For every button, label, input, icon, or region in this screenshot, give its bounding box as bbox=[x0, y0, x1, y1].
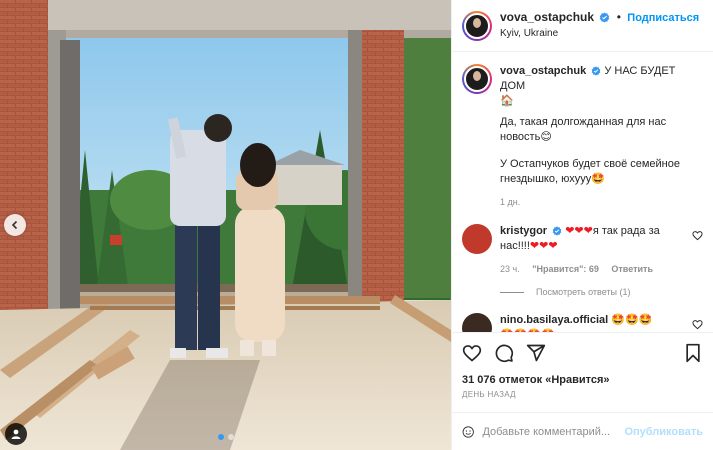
author-info: vova_ostapchuk • Подписаться Kyiv, Ukrai… bbox=[500, 10, 699, 41]
post-date[interactable]: ДЕНЬ НАЗАД bbox=[452, 388, 713, 412]
comment-body: kristygor ❤❤❤я так рада за нас!!!!❤❤❤ 23… bbox=[500, 224, 686, 277]
verified-badge-icon bbox=[591, 66, 601, 76]
comment-like-heart-icon[interactable] bbox=[692, 230, 703, 241]
publish-button[interactable]: Опубликовать bbox=[624, 426, 703, 438]
verified-badge-icon bbox=[552, 226, 562, 236]
share-button[interactable] bbox=[526, 343, 546, 363]
commenter-avatar[interactable] bbox=[462, 313, 492, 332]
follow-button[interactable]: Подписаться bbox=[627, 12, 699, 24]
comment-likes[interactable]: "Нравится": 69 bbox=[532, 264, 599, 274]
comment-time[interactable]: 23 ч. bbox=[500, 264, 520, 274]
comment-username[interactable]: kristygor bbox=[500, 225, 547, 237]
author-username[interactable]: vova_ostapchuk bbox=[500, 10, 594, 24]
comment-button[interactable] bbox=[494, 343, 514, 363]
comment-reply-button[interactable]: Ответить bbox=[611, 264, 653, 274]
likes-word: отметок bbox=[498, 374, 543, 386]
comment-hearts-after: ❤❤❤ bbox=[529, 240, 558, 252]
comment-icon bbox=[495, 344, 514, 362]
likes-count: 31 076 отметок «Нравится» bbox=[452, 372, 713, 388]
caption-username[interactable]: vova_ostapchuk bbox=[500, 65, 586, 77]
heart-icon bbox=[462, 344, 482, 362]
comment: kristygor ❤❤❤я так рада за нас!!!!❤❤❤ 23… bbox=[462, 224, 703, 277]
share-icon bbox=[526, 344, 546, 361]
commenter-avatar[interactable] bbox=[462, 224, 492, 254]
save-button[interactable] bbox=[683, 343, 703, 363]
post-side-panel: vova_ostapchuk • Подписаться Kyiv, Ukrai… bbox=[451, 0, 713, 450]
caption-time[interactable]: 1 дн. bbox=[500, 197, 520, 207]
comment-like-heart-icon[interactable] bbox=[692, 319, 703, 330]
verified-badge-icon bbox=[600, 12, 610, 23]
view-replies-button[interactable]: Посмотреть ответы (1) bbox=[500, 287, 703, 297]
instagram-post: vova_ostapchuk • Подписаться Kyiv, Ukrai… bbox=[0, 0, 713, 450]
comment-input[interactable] bbox=[482, 425, 625, 438]
carousel-dot-active bbox=[217, 434, 224, 440]
comment: nino.basilaya.official 🤩🤩🤩 🤩🤩🤩🤩 bbox=[462, 313, 703, 332]
view-replies-label: Посмотреть ответы (1) bbox=[536, 287, 631, 297]
carousel-dot bbox=[227, 434, 234, 440]
comment-meta: 23 ч. "Нравится": 69 Ответить bbox=[500, 262, 686, 277]
photo-scene bbox=[0, 0, 451, 450]
caption-paragraph-2-text: У Остапчуков будет своё семейное гнездыш… bbox=[500, 158, 680, 185]
carousel-indicator bbox=[0, 434, 451, 440]
caption-paragraph-2-emoji: 🤩 bbox=[591, 173, 605, 185]
comment-username[interactable]: nino.basilaya.official bbox=[500, 314, 608, 326]
bookmark-icon bbox=[686, 343, 700, 362]
smiley-icon[interactable] bbox=[462, 422, 474, 442]
action-bar bbox=[452, 332, 713, 372]
replies-line bbox=[500, 291, 524, 293]
like-button[interactable] bbox=[462, 343, 482, 363]
author-avatar[interactable] bbox=[462, 10, 492, 41]
caption-title-emoji: 🏠 bbox=[500, 95, 514, 107]
comment-text: 🤩🤩🤩 bbox=[611, 314, 653, 326]
likes-number: 31 076 bbox=[462, 374, 496, 386]
add-comment-bar: Опубликовать bbox=[452, 412, 713, 450]
header-separator: • bbox=[616, 10, 621, 24]
caption-paragraph-2: У Остапчуков будет своё семейное гнездыш… bbox=[500, 157, 703, 187]
caption-avatar[interactable] bbox=[462, 64, 492, 94]
comments-list[interactable]: vova_ostapchuk У НАС БУДЕТ ДОМ 🏠 Да, так… bbox=[452, 52, 713, 332]
chevron-left-icon bbox=[11, 220, 18, 230]
post-photo[interactable] bbox=[0, 0, 451, 450]
caption-paragraph-1-text: Да, такая долгожданная для нас новость bbox=[500, 116, 667, 143]
comment-body: nino.basilaya.official 🤩🤩🤩 🤩🤩🤩🤩 bbox=[500, 313, 686, 332]
caption: vova_ostapchuk У НАС БУДЕТ ДОМ 🏠 Да, так… bbox=[462, 64, 703, 210]
caption-meta: 1 дн. bbox=[500, 195, 703, 210]
likes-link[interactable]: «Нравится» bbox=[545, 374, 609, 386]
caption-paragraph-1: Да, такая долгожданная для нас новость😊 bbox=[500, 115, 703, 145]
caption-paragraph-1-emoji: 😊 bbox=[540, 131, 552, 143]
carousel-prev-button[interactable] bbox=[4, 214, 26, 236]
comment-hearts-before: ❤❤❤ bbox=[565, 225, 593, 237]
post-location[interactable]: Kyiv, Ukraine bbox=[500, 26, 699, 41]
caption-body: vova_ostapchuk У НАС БУДЕТ ДОМ 🏠 Да, так… bbox=[500, 64, 703, 210]
post-header: vova_ostapchuk • Подписаться Kyiv, Ukrai… bbox=[452, 0, 713, 52]
